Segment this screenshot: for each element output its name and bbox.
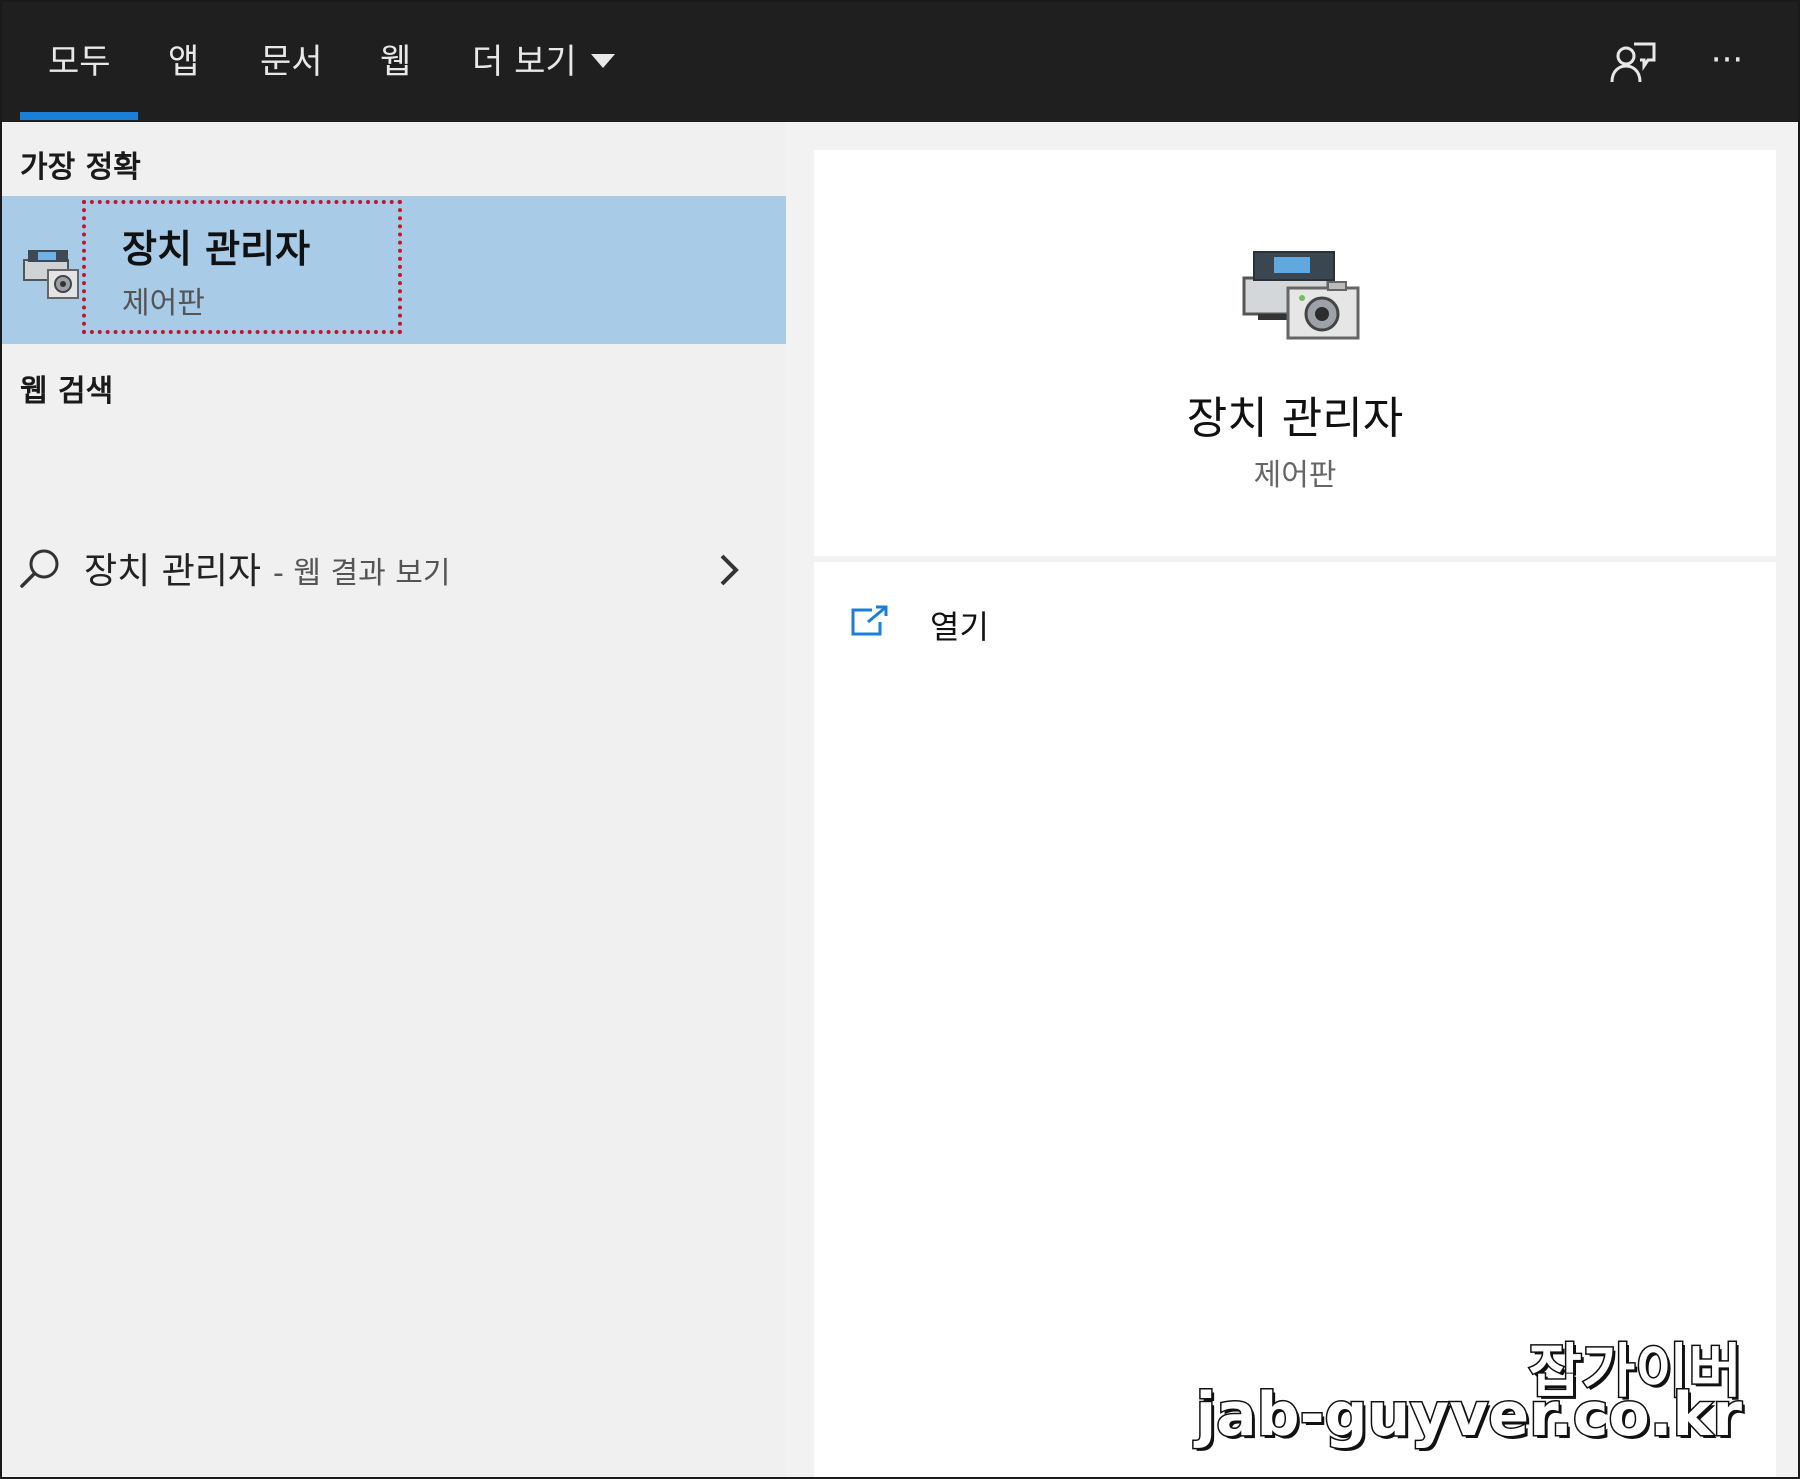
preview-title: 장치 관리자 [1186,393,1404,444]
preview-subtitle: 제어판 [1253,458,1337,493]
web-search-query: 장치 관리자 [84,551,262,592]
tab-all[interactable]: 모두 [48,32,111,92]
more-options-glyph: ··· [1710,40,1744,80]
open-icon [850,604,890,638]
web-search-text: 장치 관리자 - 웹 결과 보기 [84,542,450,594]
caret-down-icon [590,53,615,68]
web-search-heading: 웹 검색 [20,374,114,409]
device-manager-icon [1234,226,1364,341]
tab-label: 문서 [260,42,323,82]
tab-web[interactable]: 웹 [380,32,411,92]
tab-more[interactable]: 더 보기 [472,32,615,92]
search-icon [18,546,62,590]
tab-label: 웹 [380,42,412,82]
tab-label: 앱 [168,42,200,82]
best-match-heading: 가장 정확 [20,150,141,185]
search-window: 모두 앱 문서 웹 더 보기 ··· 가장 정확 장치 관리자 제어판 웹 검색… [0,0,1800,1479]
tab-documents[interactable]: 문서 [260,32,323,92]
best-match-subtitle: 제어판 [122,286,205,321]
preview-panel: 장치 관리자 제어판 열기 [786,122,1798,1477]
results-panel: 가장 정확 장치 관리자 제어판 웹 검색 장치 관리자 - 웹 결과 보기 [2,122,786,1477]
watermark-url: jab-guyver.co.kr [1194,1379,1743,1452]
chevron-right-icon [716,550,744,590]
active-tab-indicator [20,112,138,120]
web-search-item[interactable]: 장치 관리자 - 웹 결과 보기 [2,526,786,610]
best-match-title: 장치 관리자 [122,227,311,271]
tab-label: 모두 [48,42,111,82]
tab-apps[interactable]: 앱 [168,32,199,92]
web-search-suffix: - 웹 결과 보기 [273,556,451,591]
open-label: 열기 [930,608,989,646]
feedback-icon[interactable] [1608,38,1658,88]
preview-header-card: 장치 관리자 제어판 [814,150,1776,556]
device-manager-icon [18,236,88,306]
best-match-item[interactable]: 장치 관리자 제어판 [2,196,786,344]
search-filter-bar: 모두 앱 문서 웹 더 보기 ··· [2,2,1798,122]
more-options-icon[interactable]: ··· [1702,38,1752,88]
tab-label: 더 보기 [472,42,577,82]
